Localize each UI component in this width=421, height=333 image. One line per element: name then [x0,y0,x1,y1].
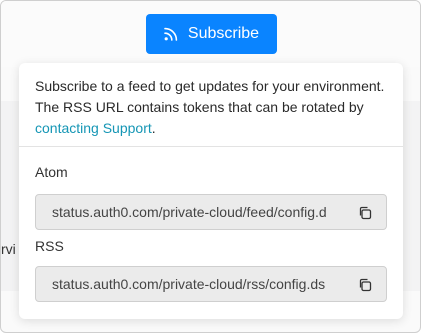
subscribe-popover: Subscribe to a feed to get updates for y… [19,63,403,319]
popover-divider [19,146,403,147]
atom-label: Atom [35,164,68,180]
page-frame: rvi Subscribe Subscribe to a feed to get… [0,0,421,333]
popover-description: Subscribe to a feed to get updates for y… [35,76,387,139]
copy-icon[interactable] [358,206,372,220]
atom-url-text: status.auth0.com/private-cloud/feed/conf… [52,204,327,220]
description-text: Subscribe to a feed to get updates for y… [35,78,385,115]
copy-icon[interactable] [358,278,372,292]
rss-icon [164,27,178,41]
rss-url-field[interactable]: status.auth0.com/private-cloud/rss/confi… [35,266,387,302]
rss-url-text: status.auth0.com/private-cloud/rss/confi… [52,276,326,292]
description-suffix: . [151,120,156,136]
background-partial-text: rvi [1,241,16,257]
rss-label: RSS [35,238,64,254]
atom-url-field[interactable]: status.auth0.com/private-cloud/feed/conf… [35,194,387,230]
subscribe-button-label: Subscribe [187,25,260,42]
subscribe-button[interactable]: Subscribe [146,14,277,54]
contact-support-link[interactable]: contacting Support [35,120,152,136]
